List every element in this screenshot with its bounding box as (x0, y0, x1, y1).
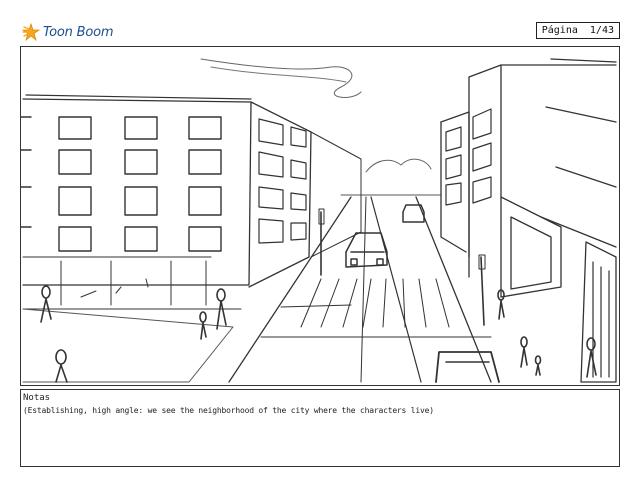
notes-box: Notas (Establishing, high angle: we see … (20, 389, 620, 467)
page-counter: Página 1/43 (535, 22, 620, 39)
notes-text: (Establishing, high angle: we see the ne… (23, 406, 434, 415)
city-street-sketch (21, 58, 617, 383)
logo-text: Toon Boom (43, 24, 114, 40)
page-number: 1/43 (589, 25, 614, 36)
toon-boom-logo: Toon Boom (22, 22, 114, 42)
storyboard-panel (20, 46, 620, 386)
notes-title: Notas (23, 393, 51, 403)
toon-boom-star-icon (22, 23, 40, 41)
page-label: Página (541, 25, 578, 36)
